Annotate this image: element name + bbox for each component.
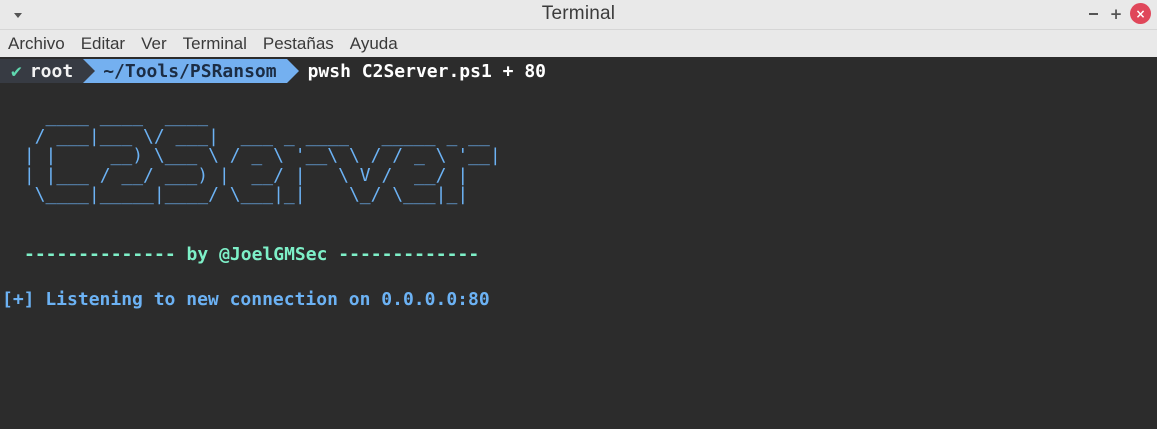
ascii-banner: ____ ____ ____ / ___|___ \/ ___| ___ _ _…: [13, 107, 501, 205]
title-bar[interactable]: Terminal + ×: [0, 0, 1157, 30]
banner-line: \____|_____|____/ \___|_| \_/ \___|_|: [13, 184, 469, 205]
menu-archivo[interactable]: Archivo: [0, 34, 73, 54]
menu-bar: Archivo Editar Ver Terminal Pestañas Ayu…: [0, 30, 1157, 57]
maximize-icon: +: [1109, 4, 1123, 23]
prompt-separator-arrow: [83, 59, 96, 83]
prompt-separator-arrow: [286, 59, 299, 83]
status-line: [+] Listening to new connection on 0.0.0…: [2, 289, 490, 310]
menu-pestanas[interactable]: Pestañas: [255, 34, 342, 54]
menu-ayuda[interactable]: Ayuda: [342, 34, 406, 54]
shell-prompt: ✔ root ~/Tools/PSRansom pwsh C2Server.ps…: [0, 59, 546, 83]
banner-line: | | __) \___ \ / _ \ '__\ \ / / _ \ '__|: [13, 145, 501, 166]
minimize-button[interactable]: [1083, 4, 1103, 24]
prompt-path: ~/Tools/PSRansom: [95, 59, 287, 83]
terminal-window: Terminal + × Archivo Editar Ver Terminal…: [0, 0, 1157, 429]
banner-line: | |___ / __/ ___) | __/ | \ V / __/ |: [13, 164, 469, 186]
author-byline: -------------- by @JoelGMSec -----------…: [24, 244, 480, 265]
menu-terminal[interactable]: Terminal: [175, 34, 255, 54]
close-button[interactable]: ×: [1130, 3, 1151, 24]
prompt-user-segment: ✔ root: [0, 59, 84, 83]
banner-line: ____ ____ ____: [13, 106, 209, 127]
menu-editar[interactable]: Editar: [73, 34, 133, 54]
minimize-icon: [1088, 13, 1098, 15]
menu-ver[interactable]: Ver: [133, 34, 175, 54]
terminal-output[interactable]: ✔ root ~/Tools/PSRansom pwsh C2Server.ps…: [0, 57, 1157, 429]
banner-line: / ___|___ \/ ___| ___ _ ____ _____ _ __: [13, 125, 490, 147]
maximize-button[interactable]: +: [1106, 4, 1126, 24]
close-icon: ×: [1135, 6, 1146, 21]
window-title: Terminal: [541, 3, 616, 24]
prompt-command: pwsh C2Server.ps1 + 80: [307, 60, 547, 82]
prompt-user: root: [29, 60, 74, 82]
check-icon: ✔: [11, 60, 22, 82]
